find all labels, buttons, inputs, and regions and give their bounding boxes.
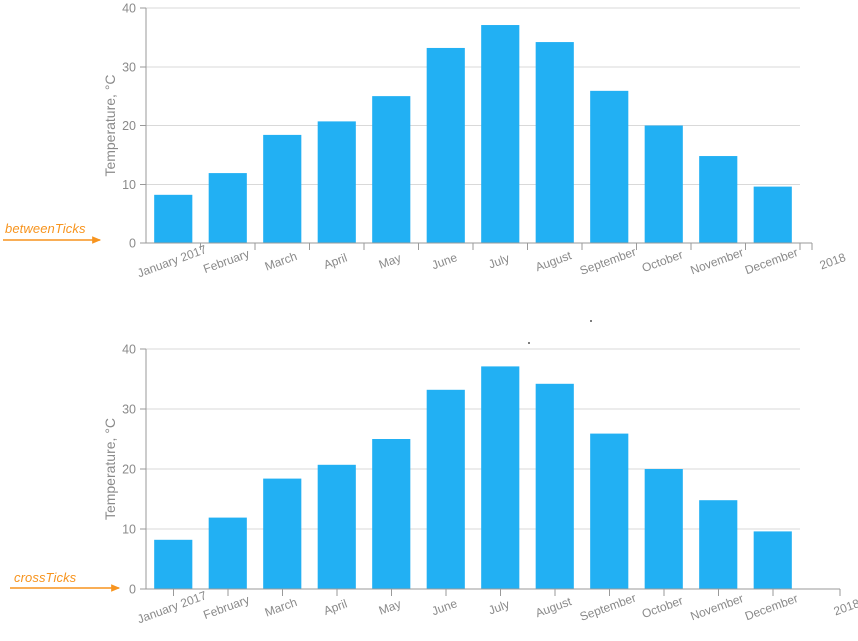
- x-tick-label-group: November: [688, 591, 745, 623]
- chart-crossticks: 0 10 20 30 40 January 2017 February March April M…: [0, 320, 858, 641]
- x-tick-label-group: September: [578, 591, 638, 624]
- x-end-label-group: 2018: [818, 250, 848, 272]
- bar-december[interactable]: [753, 186, 792, 243]
- x-tick-label: July: [486, 597, 511, 617]
- x-tick-label: July: [486, 251, 511, 271]
- x-tick-label-group: May: [377, 597, 403, 618]
- x-tick-label-group: December: [743, 245, 800, 277]
- chart-betweenticks: 0 10 20 30 40 January 2017 February March April M…: [0, 0, 858, 320]
- x-tick-label-group: February: [201, 246, 251, 276]
- x-tick-label-group: September: [578, 245, 638, 278]
- x-tick-label: August: [533, 248, 574, 274]
- bar-october[interactable]: [644, 469, 683, 589]
- x-tick-label: June: [430, 250, 460, 272]
- x-tick-label: June: [430, 596, 460, 618]
- x-tick-label: February: [201, 592, 251, 622]
- x-tick-label: September: [578, 245, 638, 278]
- x-tick-label: May: [377, 597, 403, 618]
- chart-page: 0 10 20 30 40 January 2017 February March April M…: [0, 0, 858, 641]
- x-tick-label-group: February: [201, 592, 251, 622]
- artifact-dot: [590, 320, 592, 322]
- x-tick-label: January 2017: [135, 242, 208, 280]
- y-tick-label: 40: [122, 2, 136, 16]
- x-tick-label-group: October: [640, 247, 685, 275]
- y-axis-title-group: Temperature, °C: [102, 418, 118, 520]
- x-end-label: 2018: [832, 596, 858, 618]
- bar-february[interactable]: [208, 517, 247, 589]
- x-tick-label-group: August: [533, 594, 574, 620]
- bar-september[interactable]: [590, 433, 629, 589]
- crossticks-plot: 0 10 20 30 40 January 2017February March April M…: [102, 343, 858, 627]
- x-tick-label-group: April: [322, 597, 349, 618]
- x-tick-label: March: [263, 249, 299, 274]
- x-tick-label-group: June: [430, 596, 460, 618]
- bar-october[interactable]: [644, 125, 683, 244]
- betweenticks-annotation-label: betweenTicks: [5, 221, 86, 236]
- x-tick-label: December: [743, 591, 800, 623]
- x-tick-label: November: [688, 591, 745, 623]
- bar-may[interactable]: [372, 96, 411, 244]
- x-tick-label: April: [322, 251, 349, 272]
- y-tick-label: 20: [122, 463, 136, 477]
- x-tick-label: October: [640, 247, 685, 275]
- x-tick-label-group: January 2017: [135, 588, 208, 626]
- bar-may[interactable]: [372, 439, 411, 589]
- x-tick-label-group: July: [486, 251, 511, 271]
- x-tick-label: January 2017: [135, 588, 208, 626]
- betweenticks-plot: 0 10 20 30 40 January 2017February March April M…: [102, 2, 848, 281]
- bar-january-2017[interactable]: [154, 194, 193, 243]
- bar-august[interactable]: [535, 42, 574, 243]
- y-axis-title-group: Temperature, °C: [102, 74, 118, 176]
- y-tick-label: 20: [122, 119, 136, 133]
- x-tick-label-group: March: [263, 595, 299, 620]
- x-tick-label: May: [377, 251, 403, 272]
- x-tick-label: December: [743, 245, 800, 277]
- bar-march[interactable]: [263, 134, 302, 243]
- bar-december[interactable]: [753, 531, 792, 589]
- x-tick-label: November: [688, 245, 745, 277]
- x-tick-label-group: July: [486, 597, 511, 617]
- x-tick-label: February: [201, 246, 251, 276]
- bar-november[interactable]: [699, 156, 738, 243]
- y-tick-label: 10: [122, 178, 136, 192]
- bar-april[interactable]: [317, 121, 356, 243]
- bar-march[interactable]: [263, 478, 302, 589]
- x-tick-label: October: [640, 593, 685, 621]
- x-tick-label: April: [322, 597, 349, 618]
- x-tick-label: September: [578, 591, 638, 624]
- y-tick-label: 10: [122, 523, 136, 537]
- x-tick-label-group: November: [688, 245, 745, 277]
- bar-november[interactable]: [699, 500, 738, 589]
- bar-february[interactable]: [208, 173, 247, 243]
- crossticks-annotation-label: crossTicks: [14, 570, 77, 585]
- y-axis-title: Temperature, °C: [102, 74, 118, 176]
- bar-june[interactable]: [426, 47, 465, 244]
- x-tick-label-group: June: [430, 250, 460, 272]
- y-tick-label: 0: [129, 583, 136, 597]
- x-end-label-group: 2018: [832, 596, 858, 618]
- x-tick-label-group: October: [640, 593, 685, 621]
- x-tick-label-group: April: [322, 251, 349, 272]
- y-tick-label: 0: [129, 237, 136, 251]
- x-tick-label-group: August: [533, 248, 574, 274]
- y-tick-label: 40: [122, 343, 136, 357]
- bar-august[interactable]: [535, 383, 574, 589]
- x-tick-label-group: March: [263, 249, 299, 274]
- artifact-dot: [528, 342, 530, 344]
- x-tick-label-group: May: [377, 251, 403, 272]
- bar-july[interactable]: [481, 366, 520, 589]
- x-tick-label: March: [263, 595, 299, 620]
- x-tick-label-group: January 2017: [135, 242, 208, 280]
- bar-april[interactable]: [317, 464, 356, 589]
- bar-january-2017[interactable]: [154, 539, 193, 589]
- bar-june[interactable]: [426, 389, 465, 589]
- y-tick-label: 30: [122, 403, 136, 417]
- bar-september[interactable]: [590, 90, 629, 243]
- y-tick-label: 30: [122, 60, 136, 74]
- x-end-label: 2018: [818, 250, 848, 272]
- x-tick-label-group: December: [743, 591, 800, 623]
- bar-july[interactable]: [481, 25, 520, 243]
- y-axis-title: Temperature, °C: [102, 418, 118, 520]
- x-tick-label: August: [533, 594, 574, 620]
